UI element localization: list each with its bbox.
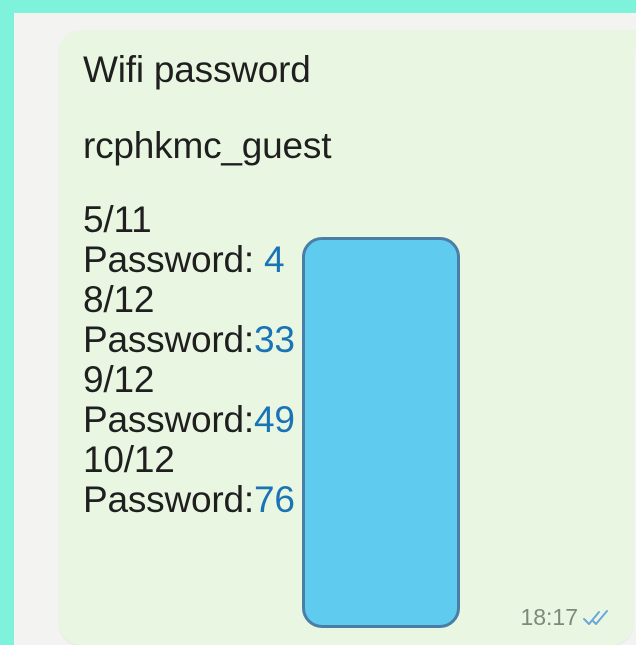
message-meta: 18:17 xyxy=(520,604,612,631)
network-name: rcphkmc_guest xyxy=(83,125,332,166)
password-label: Password: xyxy=(83,479,254,520)
entry-date: 8/12 xyxy=(83,279,155,320)
password-value-link[interactable]: 33 xyxy=(254,319,295,360)
screenshot-frame: Wifi password rcphkmc_guest 5/11 Passwor… xyxy=(0,0,636,645)
message-text: Wifi password rcphkmc_guest 5/11 Passwor… xyxy=(83,50,331,520)
message-title: Wifi password xyxy=(83,49,311,90)
password-label: Password: xyxy=(83,239,265,280)
password-value-link[interactable]: 4 xyxy=(264,239,285,280)
entry-password-line: Password: 4 xyxy=(83,240,331,280)
double-check-icon xyxy=(582,608,612,628)
entry-password-line: Password:33 xyxy=(83,320,331,360)
entry-date: 10/12 xyxy=(83,439,175,480)
entry-password-line: Password:49 xyxy=(83,400,331,440)
redaction-box xyxy=(302,237,460,628)
entry-password-line: Password:76 xyxy=(83,480,331,520)
message-time: 18:17 xyxy=(520,604,578,630)
password-value-link[interactable]: 76 xyxy=(254,479,295,520)
password-label: Password: xyxy=(83,399,254,440)
bubble-tail xyxy=(626,30,636,66)
entry-date: 9/12 xyxy=(83,359,155,400)
password-value-link[interactable]: 49 xyxy=(254,399,295,440)
entry-date: 5/11 xyxy=(83,199,152,240)
password-label: Password: xyxy=(83,319,254,360)
